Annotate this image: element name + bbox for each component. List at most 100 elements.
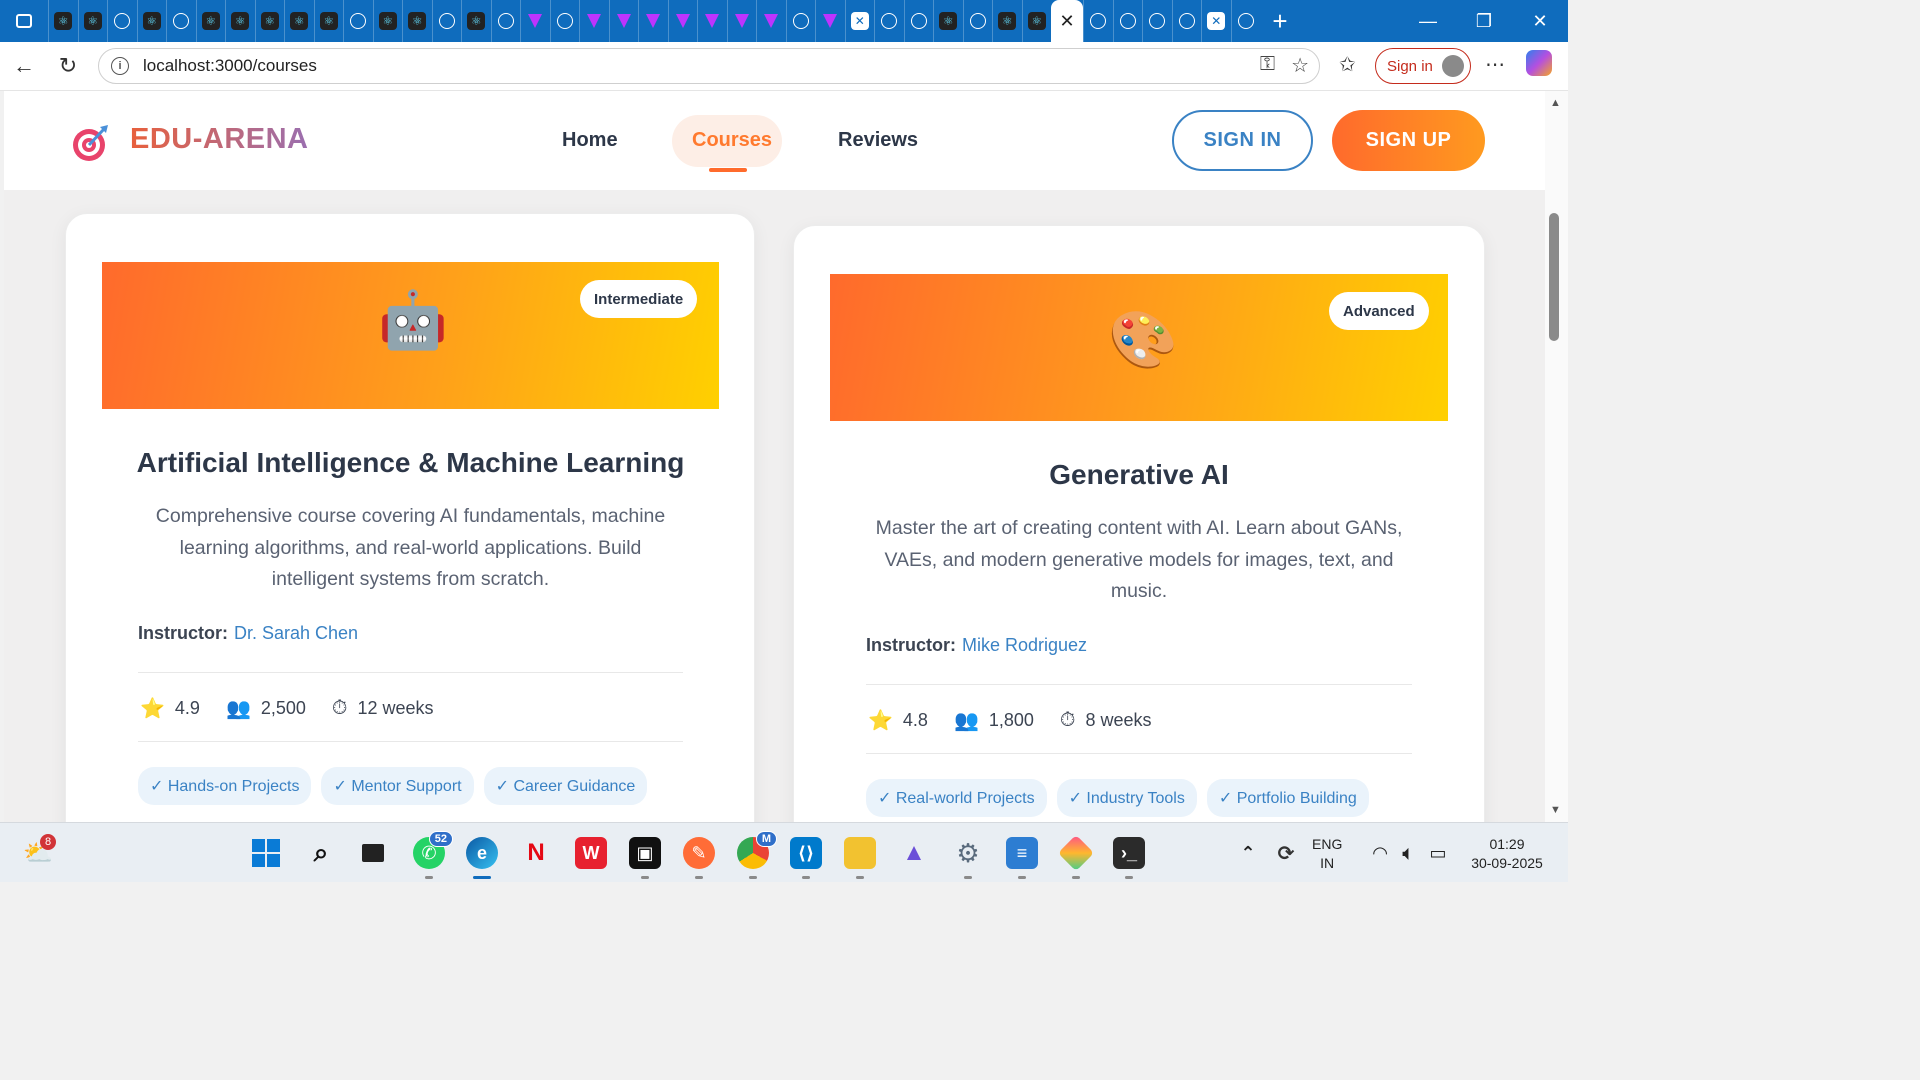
instructor-name[interactable]: Dr. Sarah Chen — [234, 623, 358, 643]
favorites-icon[interactable]: ✩ — [1339, 52, 1356, 77]
windows-taskbar: ⛅ 8 ⌕ ✆ 52 e N W ▣ ✎ M ⟨⟩ ▲ ⚙ ≡ ›_ ⌃ ⟳ EN… — [0, 822, 1568, 882]
active-tab[interactable]: ✕ — [1051, 0, 1083, 42]
browser-tab[interactable] — [756, 0, 786, 42]
address-url[interactable]: localhost:3000/courses — [143, 56, 317, 76]
browser-tab[interactable] — [726, 0, 757, 42]
browser-tab[interactable]: ⚛ — [284, 0, 314, 42]
browser-tab[interactable] — [579, 0, 609, 42]
browser-tab[interactable]: ⚛ — [48, 0, 78, 42]
minimize-button[interactable]: — — [1400, 0, 1456, 42]
browser-tab[interactable] — [785, 0, 816, 42]
restore-button[interactable]: ❐ — [1456, 0, 1512, 42]
file-explorer-icon[interactable] — [844, 837, 876, 869]
more-menu-icon[interactable]: ⋯ — [1485, 52, 1505, 77]
nav-reviews[interactable]: Reviews — [838, 129, 918, 152]
browser-tab[interactable] — [608, 0, 639, 42]
browser-tab[interactable] — [903, 0, 934, 42]
battery-icon[interactable]: ▭ — [1422, 837, 1454, 869]
close-window-button[interactable]: ✕ — [1512, 0, 1568, 42]
weather-badge: 8 — [40, 834, 56, 850]
browser-tab[interactable]: ✕ — [1201, 0, 1231, 42]
app-icon[interactable]: ▣ — [629, 837, 661, 869]
volume-icon[interactable]: 🔈︎ — [1392, 837, 1424, 869]
browser-tab[interactable]: ⚛ — [372, 0, 403, 42]
tab-actions-menu-button[interactable] — [0, 0, 48, 42]
browser-tab[interactable]: ⚛ — [136, 0, 167, 42]
start-icon[interactable] — [250, 837, 282, 869]
browser-tab[interactable]: ⚛ — [933, 0, 963, 42]
address-bar[interactable]: i localhost:3000/courses ⚿ ☆ — [98, 48, 1320, 84]
browser-tab[interactable] — [107, 0, 137, 42]
language-indicator[interactable]: ENG IN — [1312, 835, 1342, 873]
shop-favicon-icon: ✕ — [850, 12, 869, 30]
browser-tab[interactable]: ⚛ — [225, 0, 255, 42]
students-icon: 👥 — [225, 698, 251, 720]
course-card[interactable]: 🤖 Intermediate Artificial Intelligence &… — [65, 213, 755, 822]
whatsapp-icon[interactable]: ✆ 52 — [413, 831, 453, 869]
browser-tab[interactable]: ✕ — [844, 0, 875, 42]
browser-tab[interactable]: ⚛ — [461, 0, 491, 42]
browser-tab[interactable] — [166, 0, 196, 42]
key-icon[interactable]: ⚿ — [1260, 53, 1275, 78]
browser-tab[interactable]: ⚛ — [77, 0, 108, 42]
browser-tab[interactable]: ⚛ — [992, 0, 1022, 42]
page-scrollbar[interactable]: ▲ ▼ — [1545, 91, 1568, 822]
task-view-icon[interactable] — [357, 837, 389, 869]
brand-logo-text[interactable]: EDU-ARENA — [130, 123, 309, 156]
sync-icon[interactable]: ⟳ — [1270, 837, 1302, 869]
scroll-down-arrow-icon[interactable]: ▼ — [1550, 804, 1561, 816]
react-favicon-icon: ⚛ — [408, 12, 427, 30]
browser-tab[interactable] — [1112, 0, 1143, 42]
reload-button[interactable]: ↻ — [46, 46, 90, 86]
browser-tab[interactable] — [490, 0, 521, 42]
course-card[interactable]: 🎨 Advanced Generative AI Master the art … — [793, 225, 1485, 822]
browser-tab[interactable]: ⚛ — [402, 0, 432, 42]
browser-tab[interactable]: ⚛ — [313, 0, 344, 42]
browser-tab[interactable] — [962, 0, 993, 42]
back-button[interactable]: ← — [2, 46, 46, 86]
browser-signin-button[interactable]: Sign in — [1375, 48, 1471, 84]
wps-office-icon[interactable]: W — [575, 837, 607, 869]
browser-tab[interactable] — [1083, 0, 1113, 42]
netflix-icon[interactable]: N — [520, 837, 552, 869]
browser-tab[interactable] — [638, 0, 668, 42]
browser-tab[interactable] — [520, 0, 550, 42]
browser-tab[interactable] — [1230, 0, 1261, 42]
browser-tab[interactable] — [667, 0, 698, 42]
settings-gear-icon[interactable]: ⚙ — [952, 837, 984, 869]
nav-home[interactable]: Home — [562, 129, 618, 152]
chevron-up-icon[interactable]: ⌃ — [1232, 837, 1264, 869]
browser-tab[interactable]: ⚛ — [1021, 0, 1052, 42]
browser-tab[interactable] — [1142, 0, 1172, 42]
favorite-star-icon[interactable]: ☆ — [1291, 53, 1309, 78]
browser-tab[interactable]: ⚛ — [254, 0, 285, 42]
postman-icon[interactable]: ✎ — [683, 837, 715, 869]
search-icon[interactable]: ⌕ — [305, 837, 337, 869]
site-info-icon[interactable]: i — [111, 57, 129, 75]
photos-icon[interactable]: ▲ — [898, 837, 930, 869]
browser-tab[interactable] — [431, 0, 462, 42]
browser-tab[interactable] — [343, 0, 373, 42]
edge-icon[interactable]: e — [466, 837, 498, 869]
browser-tab[interactable]: ⚛ — [195, 0, 226, 42]
scroll-up-arrow-icon[interactable]: ▲ — [1550, 97, 1561, 109]
copilot-icon[interactable] — [1526, 50, 1552, 76]
scrollbar-thumb[interactable] — [1549, 213, 1559, 341]
app-diamond-icon[interactable] — [1057, 834, 1095, 872]
browser-tab[interactable] — [874, 0, 904, 42]
new-tab-button[interactable]: + — [1260, 0, 1300, 42]
browser-tab[interactable] — [697, 0, 727, 42]
close-tab-icon[interactable]: ✕ — [1059, 11, 1074, 32]
vscode-icon[interactable]: ⟨⟩ — [790, 837, 822, 869]
clock[interactable]: 01:29 30-09-2025 — [1460, 835, 1554, 873]
sign-in-button[interactable]: SIGN IN — [1172, 110, 1313, 171]
chrome-icon[interactable]: M — [737, 831, 777, 869]
browser-tab[interactable] — [815, 0, 845, 42]
terminal-icon[interactable]: ›_ — [1113, 837, 1145, 869]
instructor-name[interactable]: Mike Rodriguez — [962, 635, 1087, 655]
browser-tab[interactable] — [1171, 0, 1202, 42]
sign-up-button[interactable]: SIGN UP — [1332, 110, 1485, 171]
notepad-icon[interactable]: ≡ — [1006, 837, 1038, 869]
browser-tab[interactable] — [549, 0, 580, 42]
nav-courses[interactable]: Courses — [692, 129, 772, 152]
